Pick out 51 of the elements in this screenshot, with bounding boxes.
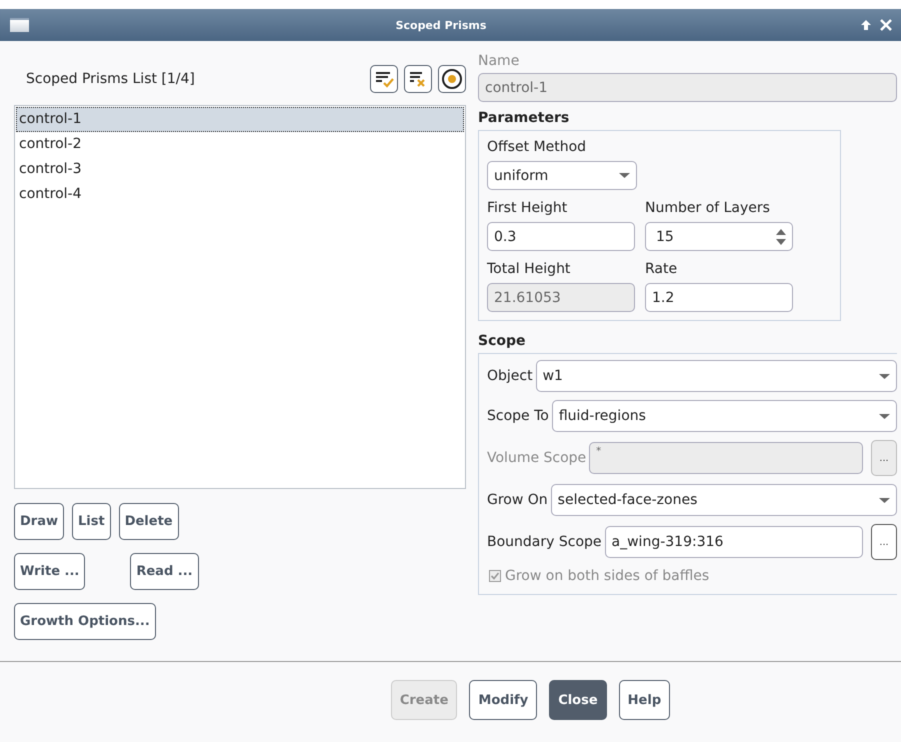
offset-method-dropdown[interactable]: uniform [487,161,637,190]
list-item[interactable]: control-1 [16,107,464,132]
field-label: Object [487,368,533,384]
caret-icon [879,414,890,418]
action-button[interactable]: List [72,503,111,540]
list-label: Scoped Prisms List [1/4] [25,71,196,87]
action-button[interactable]: Read ... [130,553,199,590]
checkbox-label: Grow on both sides of baffles [505,568,710,584]
field-label: Total Height [487,261,572,277]
field-label: Grow On [487,492,548,508]
window-title: Scoped Prisms [394,18,488,32]
input-field[interactable]: a_wing-319:316 [604,526,863,558]
dialog-button[interactable]: Modify [469,680,538,720]
list-item[interactable]: control-4 [16,182,464,207]
select-all-button[interactable] [370,65,398,93]
spinner-icon [776,228,786,244]
dropdown[interactable]: fluid-regions [552,400,897,432]
browse-button[interactable]: ... [871,524,897,560]
caret-icon [879,498,890,502]
target-button[interactable] [438,65,466,93]
action-button[interactable]: Write ... [14,553,86,590]
dropdown-value: uniform [494,168,548,184]
field-label: First Height [487,200,568,216]
caret-icon [879,374,890,378]
spin-field[interactable]: 15 [645,222,793,251]
field-label: Offset Method [487,139,588,155]
up-arrow-icon[interactable] [859,18,873,32]
window-icon [10,18,29,32]
dropdown[interactable]: selected-face-zones [550,484,897,516]
close-icon[interactable] [879,18,893,32]
field-label: Volume Scope [487,450,586,466]
field-label: Number of Layers [645,200,771,216]
field-label: Boundary Scope [487,534,602,550]
caret-icon [619,173,630,178]
section-title: Scope [478,333,527,349]
deselect-all-button[interactable] [404,65,432,93]
section-title: Parameters [478,110,570,126]
dialog-button[interactable]: Help [618,680,670,720]
dialog-button[interactable]: Close [549,680,607,720]
input-field[interactable]: 1.2 [645,283,793,312]
target-icon [441,68,463,90]
field-label: Scope To [487,408,549,424]
name-label: Name [478,53,520,69]
input-field[interactable]: 0.3 [487,222,635,251]
action-button[interactable]: Delete [118,503,179,540]
field-label: Rate [645,261,678,277]
list-item[interactable]: control-3 [16,157,464,182]
action-button[interactable]: Growth Options... [14,603,156,640]
dropdown[interactable]: w1 [536,360,897,392]
list-item[interactable]: control-2 [16,132,464,157]
action-button[interactable]: Draw [14,503,64,540]
